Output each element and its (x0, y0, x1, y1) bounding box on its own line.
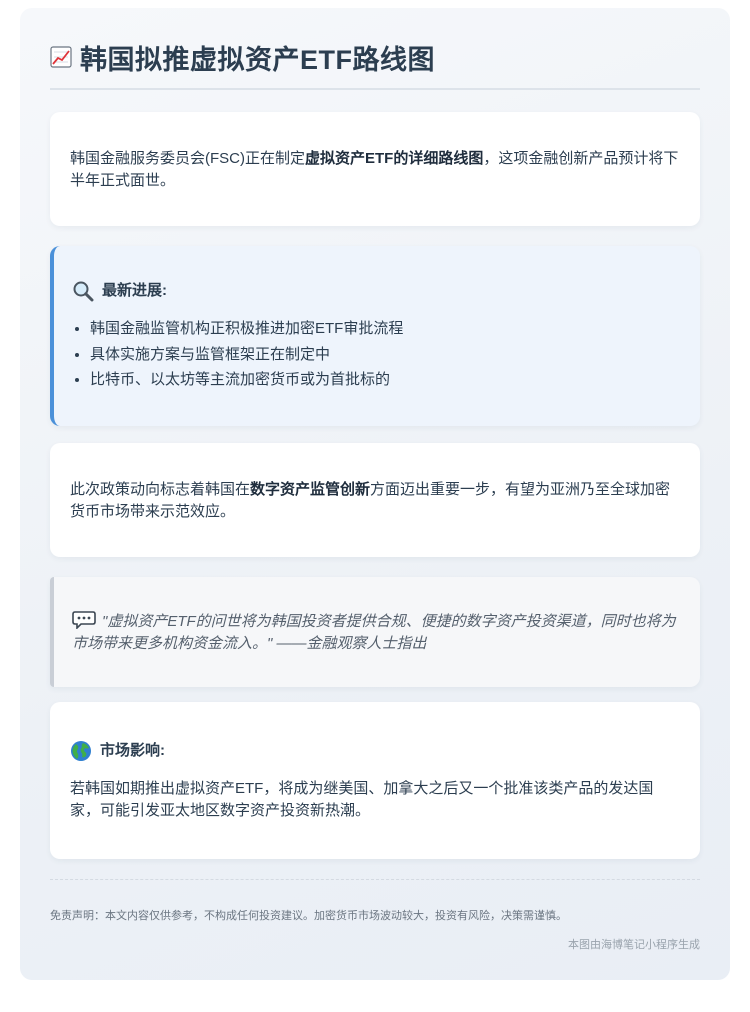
list-item: 比特币、以太坊等主流加密货币或为首批标的 (90, 367, 680, 393)
impact-heading: 市场影响: (70, 740, 680, 762)
intro-text-start: 韩国金融服务委员会(FSC)正在制定 (70, 150, 305, 167)
quote-paragraph: "虚拟资产ETF的问世将为韩国投资者提供合规、便捷的数字资产投资渠道，同时也将为… (72, 611, 680, 655)
progress-heading-label: 最新进展: (102, 282, 167, 299)
intro-card: 韩国金融服务委员会(FSC)正在制定虚拟资产ETF的详细路线图，这项金融创新产品… (50, 112, 700, 226)
progress-heading: 最新进展: (72, 280, 680, 302)
significance-card: 此次政策动向标志着韩国在数字资产监管创新方面迈出重要一步，有望为亚洲乃至全球加密… (50, 443, 700, 557)
speech-bubble-icon (72, 611, 96, 630)
significance-text-start: 此次政策动向标志着韩国在 (70, 481, 251, 498)
intro-highlight: 虚拟资产ETF的详细路线图 (305, 150, 484, 167)
progress-card: 最新进展: 韩国金融监管机构正积极推进加密ETF审批流程 具体实施方案与监管框架… (50, 246, 700, 426)
page-title: 韩国拟推虚拟资产ETF路线图 (80, 44, 435, 75)
footer-divider (50, 879, 700, 880)
impact-paragraph: 若韩国如期推出虚拟资产ETF，将成为继美国、加拿大之后又一个批准该类产品的发达国… (70, 780, 654, 819)
intro-paragraph: 韩国金融服务委员会(FSC)正在制定虚拟资产ETF的详细路线图，这项金融创新产品… (70, 148, 680, 192)
progress-list: 韩国金融监管机构正积极推进加密ETF审批流程 具体实施方案与监管框架正在制定中 … (72, 316, 680, 393)
impact-card: 市场影响: 若韩国如期推出虚拟资产ETF，将成为继美国、加拿大之后又一个批准该类… (50, 702, 700, 859)
list-item: 具体实施方案与监管框架正在制定中 (90, 342, 680, 368)
globe-icon (70, 740, 92, 762)
credit-text: 本图由海博笔记小程序生成 (568, 939, 700, 951)
significance-highlight: 数字资产监管创新 (250, 481, 371, 498)
list-item: 韩国金融监管机构正积极推进加密ETF审批流程 (90, 316, 680, 342)
chart-increasing-icon (50, 46, 72, 68)
magnifier-icon (72, 280, 94, 302)
quote-text: "虚拟资产ETF的问世将为韩国投资者提供合规、便捷的数字资产投资渠道，同时也将为… (72, 613, 676, 652)
article-page: 韩国拟推虚拟资产ETF路线图 韩国金融服务委员会(FSC)正在制定虚拟资产ETF… (20, 8, 730, 980)
significance-paragraph: 此次政策动向标志着韩国在数字资产监管创新方面迈出重要一步，有望为亚洲乃至全球加密… (70, 479, 680, 523)
disclaimer-text: 免责声明：本文内容仅供参考，不构成任何投资建议。加密货币市场波动较大，投资有风险… (50, 910, 567, 922)
quote-card: "虚拟资产ETF的问世将为韩国投资者提供合规、便捷的数字资产投资渠道，同时也将为… (50, 577, 700, 687)
page-header: 韩国拟推虚拟资产ETF路线图 (50, 8, 700, 90)
impact-heading-label: 市场影响: (100, 742, 165, 759)
